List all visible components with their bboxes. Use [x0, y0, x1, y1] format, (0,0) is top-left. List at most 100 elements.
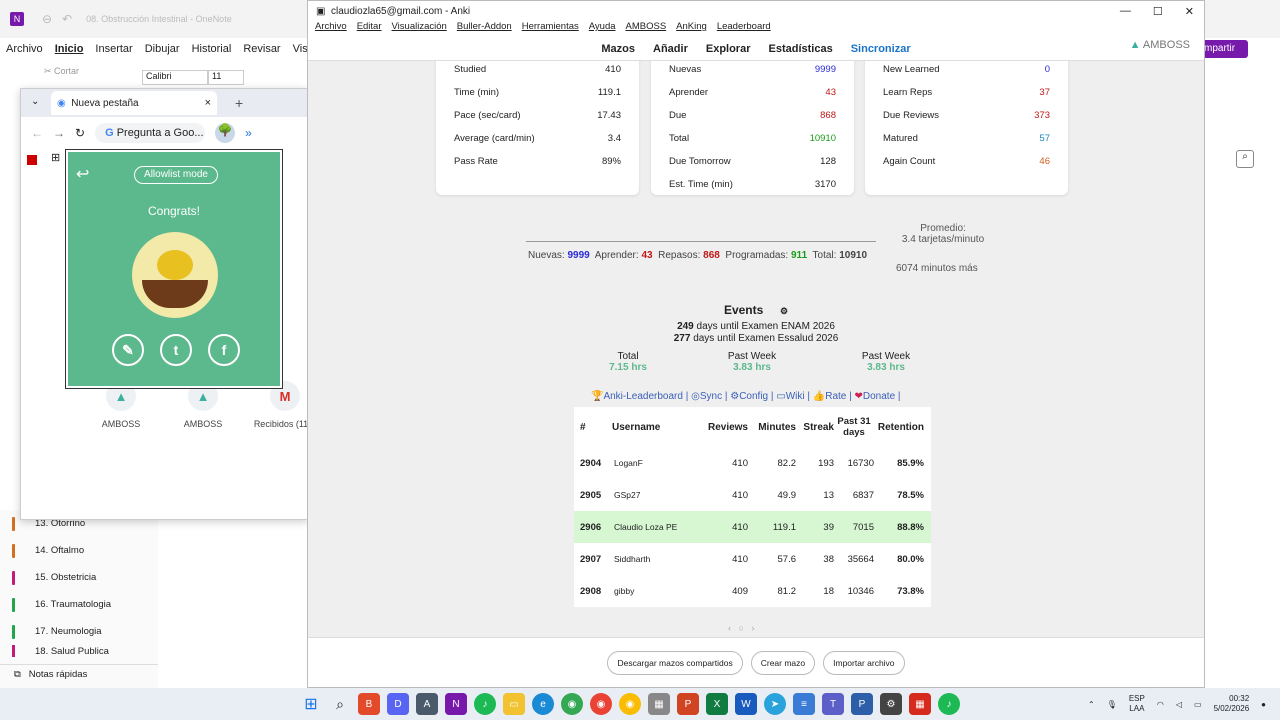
onenote-taskbar-icon[interactable]: N [445, 693, 467, 715]
pencil-icon[interactable]: ✎ [112, 334, 144, 366]
link-config[interactable]: Config [739, 391, 768, 402]
powerpoint-icon[interactable]: P [677, 693, 699, 715]
table-row[interactable]: 2907 Siddharth 410 57.6 38 35664 80.0% [574, 543, 931, 575]
spotify-2-icon[interactable]: ♪ [938, 693, 960, 715]
language-indicator[interactable]: ESP LAA [1129, 694, 1145, 714]
facebook-icon[interactable]: f [208, 334, 240, 366]
forward-arrow-icon[interactable]: → [53, 126, 65, 140]
table-row[interactable]: 2904 LoganF 410 82.2 193 16730 85.9% [574, 447, 931, 479]
menu-visualizacion[interactable]: Visualización [392, 21, 447, 37]
audio-extension-icon[interactable]: » [245, 126, 252, 140]
link-wiki[interactable]: Wiki [786, 391, 805, 402]
nav-explorar[interactable]: Explorar [706, 43, 751, 55]
undo-icon[interactable]: ↶ [62, 12, 72, 26]
chevron-up-icon[interactable]: ⌃ [1088, 700, 1095, 709]
nav-anadir[interactable]: Añadir [653, 43, 688, 55]
clock[interactable]: 00:32 5/02/2026 [1214, 694, 1250, 714]
font-select[interactable]: Calibri [142, 70, 208, 85]
reload-icon[interactable]: ↻ [75, 126, 85, 140]
excel-icon[interactable]: X [706, 693, 728, 715]
twitter-icon[interactable]: t [160, 334, 192, 366]
tab-archivo[interactable]: Archivo [0, 40, 49, 60]
tab-historial[interactable]: Historial [186, 40, 238, 60]
menu-herramientas[interactable]: Herramientas [522, 21, 579, 37]
tab-revisar[interactable]: Revisar [237, 40, 286, 60]
discord-icon[interactable]: D [387, 693, 409, 715]
tab-insertar[interactable]: Insertar [89, 40, 138, 60]
wifi-icon[interactable]: ◠ [1157, 700, 1164, 709]
tab-search-icon[interactable]: ⌄ [31, 96, 39, 107]
anki-taskbar-icon[interactable]: A [416, 693, 438, 715]
notepad-icon[interactable]: ≡ [793, 693, 815, 715]
import-file-button[interactable]: Importar archivo [823, 650, 905, 675]
cut-button[interactable]: ✂ Cortar [44, 66, 79, 77]
app-red-icon[interactable]: ▦ [909, 693, 931, 715]
quick-notes-button[interactable]: ⧉ Notas rápidas [0, 664, 158, 686]
menu-leaderboard[interactable]: Leaderboard [717, 21, 771, 37]
chrome-profile-2-icon[interactable]: ◉ [619, 693, 641, 715]
brave-icon[interactable]: B [358, 693, 380, 715]
extension-red-icon[interactable] [27, 155, 37, 165]
start-icon[interactable]: ⊞ [300, 693, 322, 715]
gear-icon[interactable]: ⚙ [780, 306, 788, 316]
close-icon[interactable]: ✕ [1185, 5, 1194, 18]
menu-anking[interactable]: AnKing [676, 21, 707, 37]
chrome-profile-icon[interactable]: ◉ [590, 693, 612, 715]
section-item[interactable]: 15. Obstetricia [0, 564, 158, 591]
section-item[interactable]: 17. Neumologia [0, 618, 158, 645]
download-decks-button[interactable]: Descargar mazos compartidos [607, 650, 743, 675]
telegram-icon[interactable]: ➤ [764, 693, 786, 715]
menu-archivo[interactable]: Archivo [315, 21, 347, 37]
mic-icon[interactable]: 🎙 [1107, 700, 1117, 709]
search-icon[interactable]: ⌕ [329, 693, 351, 715]
maximize-icon[interactable]: ☐ [1153, 5, 1163, 18]
app-icon[interactable]: ▦ [648, 693, 670, 715]
section-item[interactable]: 16. Traumatologia [0, 591, 158, 618]
create-deck-button[interactable]: Crear mazo [750, 650, 816, 675]
link-donate[interactable]: Donate [863, 391, 895, 402]
nav-mazos[interactable]: Mazos [601, 43, 635, 55]
word-icon[interactable]: W [735, 693, 757, 715]
share-button[interactable]: mpartir [1200, 40, 1248, 58]
spotify-icon[interactable]: ♪ [474, 693, 496, 715]
back-arrow-icon[interactable]: ← [31, 126, 43, 140]
search-icon[interactable]: ⌕ [1236, 150, 1254, 168]
next-icon[interactable]: › [751, 623, 754, 633]
chrome-taskbar-icon[interactable]: ◉ [561, 693, 583, 715]
table-row[interactable]: 2905 GSp27 410 49.9 13 6837 78.5% [574, 479, 931, 511]
section-item[interactable]: 14. Oftalmo [0, 537, 158, 564]
settings-icon[interactable]: ⚙ [880, 693, 902, 715]
tab-dibujar[interactable]: Dibujar [139, 40, 186, 60]
menu-buller-addon[interactable]: Buller-Addon [457, 21, 512, 37]
link-sync[interactable]: Sync [700, 391, 722, 402]
shortcut-amboss-2[interactable]: ▲ AMBOSS [163, 381, 243, 429]
menu-ayuda[interactable]: Ayuda [589, 21, 616, 37]
font-size-select[interactable]: 11 [208, 70, 244, 85]
publisher-icon[interactable]: P [851, 693, 873, 715]
dot-icon[interactable]: ○ [739, 623, 744, 633]
new-tab-icon[interactable]: + [235, 95, 243, 111]
table-row[interactable]: 2908 gibby 409 81.2 18 10346 73.8% [574, 575, 931, 607]
table-row[interactable]: 2906 Claudio Loza PE 410 119.1 39 7015 88.8% [574, 511, 931, 543]
forest-extension-icon[interactable]: 🌳 [215, 123, 236, 143]
folder-icon[interactable]: ▭ [503, 693, 525, 715]
prev-icon[interactable]: ‹ [728, 623, 731, 633]
battery-icon[interactable]: ▭ [1194, 700, 1202, 709]
shortcut-amboss-1[interactable]: ▲ AMBOSS [81, 381, 161, 429]
minimize-icon[interactable]: — [1120, 5, 1131, 18]
back-icon[interactable]: ⊖ [42, 12, 52, 26]
menu-editar[interactable]: Editar [357, 21, 382, 37]
allowlist-mode-button[interactable]: Allowlist mode [134, 166, 218, 184]
apps-grid-icon[interactable]: ⊞ [51, 151, 60, 164]
menu-amboss[interactable]: AMBOSS [626, 21, 667, 37]
nav-sincronizar[interactable]: Sincronizar [851, 43, 911, 55]
link-rate[interactable]: Rate [825, 391, 846, 402]
back-icon[interactable]: ↩ [76, 164, 89, 184]
notification-icon[interactable]: ● [1261, 700, 1266, 709]
section-item[interactable]: 18. Salud Publica [0, 645, 158, 657]
teams-icon[interactable]: T [822, 693, 844, 715]
omnibox[interactable]: G Pregunta a Goo... [95, 123, 206, 143]
amboss-button[interactable]: ▲ AMBOSS [1130, 39, 1190, 51]
edge-icon[interactable]: e [532, 693, 554, 715]
chrome-tab-new[interactable]: ◉ Nueva pestaña × [51, 91, 217, 115]
